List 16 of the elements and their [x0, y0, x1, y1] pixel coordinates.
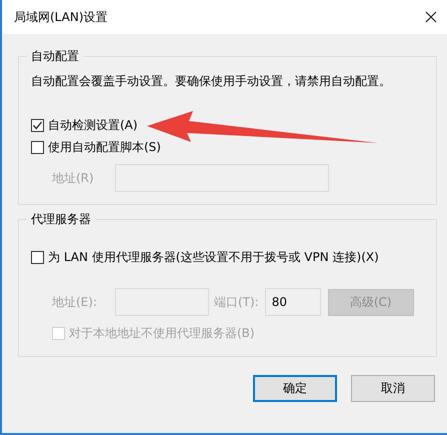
field-label: 端口(T):: [214, 294, 259, 310]
cancel-button[interactable]: 取消: [351, 375, 435, 402]
window-title: 局域网(LAN)设置: [14, 8, 108, 26]
checkbox[interactable]: [31, 140, 44, 154]
description: 自动配置会覆盖手动设置。要确保使用手动设置，请禁用自动配置。: [31, 73, 392, 90]
checkbox-label[interactable]: 为 LAN 使用代理服务器(这些设置不用于拨号或 VPN 连接)(X): [48, 248, 379, 266]
close-icon[interactable]: [425, 11, 437, 23]
checkbox-label[interactable]: 使用自动配置脚本(S): [48, 138, 161, 156]
field-label: 地址(E):: [52, 294, 98, 310]
group-title: 代理服务器: [30, 211, 92, 228]
checkbox-label[interactable]: 自动检测设置(A): [48, 116, 138, 134]
checkbox[interactable]: [31, 250, 44, 264]
checkbox[interactable]: [31, 118, 44, 132]
ok-button[interactable]: 确定: [253, 375, 337, 402]
field-label: 地址(R): [52, 170, 95, 186]
group-title: 自动配置: [30, 48, 80, 65]
